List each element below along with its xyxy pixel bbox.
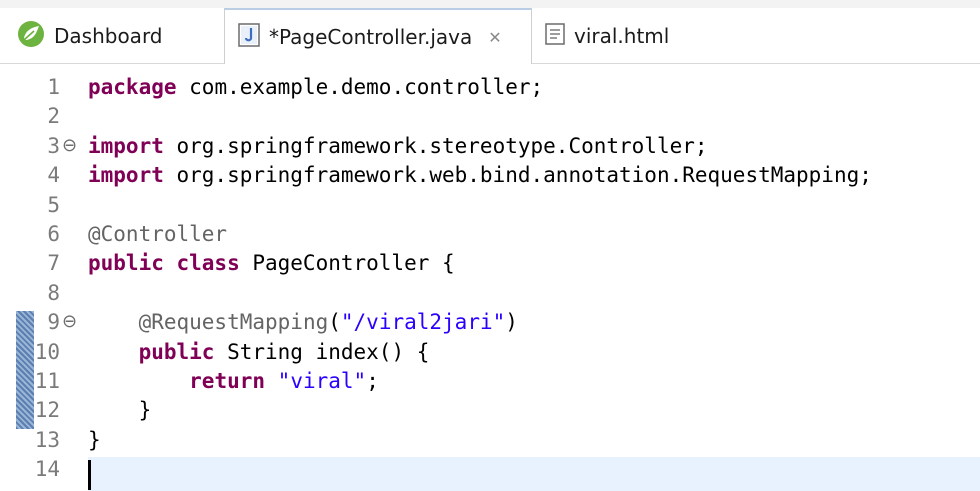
tab-viral-html[interactable]: viral.html xyxy=(540,8,740,64)
code-text: public class PageController { xyxy=(88,248,455,278)
line-number: 12 xyxy=(34,398,60,423)
code-token: ) xyxy=(505,310,518,335)
fold-toggle-icon[interactable]: ⊖ xyxy=(62,131,77,161)
code-text: return "viral"; xyxy=(88,366,379,396)
code-token: String index() { xyxy=(214,339,430,364)
line-number: 1 xyxy=(47,75,60,99)
code-line[interactable]: 13} xyxy=(0,425,980,455)
string-token: "viral" xyxy=(277,369,367,393)
code-line[interactable]: 1 package com.example.demo.controller; xyxy=(0,72,980,102)
line-number: 3 xyxy=(47,133,60,158)
html-file-icon xyxy=(544,22,566,51)
annotation-token: @RequestMapping xyxy=(138,310,329,335)
line-number: 14 xyxy=(34,457,60,482)
line-number: 5 xyxy=(47,192,60,217)
tab-bar-top-strip xyxy=(0,0,980,8)
code-token: ; xyxy=(366,369,379,393)
line-number: 8 xyxy=(47,280,60,305)
code-line[interactable]: 12 } xyxy=(0,395,980,425)
keyword-token: return xyxy=(189,369,266,393)
line-number: 9 xyxy=(47,310,60,335)
line-number: 7 xyxy=(47,251,60,276)
line-number: 10 xyxy=(34,339,60,364)
spring-icon xyxy=(16,19,46,54)
code-token: PageController { xyxy=(239,251,455,276)
code-line[interactable]: 5 xyxy=(0,190,980,220)
code-line[interactable]: 4 import org.springframework.web.bind.ann… xyxy=(0,160,980,190)
text-caret xyxy=(88,460,91,490)
line-number: 13 xyxy=(34,427,60,452)
code-token: } xyxy=(88,398,152,423)
line-number: 6 xyxy=(47,222,60,246)
code-text: public String index() { xyxy=(88,337,430,367)
code-text: @Controller xyxy=(88,219,227,249)
code-text: } xyxy=(88,395,152,425)
eclipse-editor-window: Dashboard *PageController.java ✕ viral.h… xyxy=(0,0,980,491)
code-editor[interactable]: 1 package com.example.demo.controller; 2 3 ⊖… xyxy=(0,64,980,491)
code-token: org.springframework.web.bind.annotation.… xyxy=(163,163,872,188)
code-token: } xyxy=(88,427,101,452)
annotation-token: @Controller xyxy=(88,222,228,246)
code-token: ( xyxy=(328,310,341,335)
java-file-icon xyxy=(237,22,261,53)
code-line[interactable]: 2 xyxy=(0,101,980,131)
string-token: "/viral2jari" xyxy=(340,310,506,335)
tab-page-controller-java[interactable]: *PageController.java ✕ xyxy=(224,8,532,64)
code-line[interactable]: 6 @Controller xyxy=(0,219,980,249)
code-token: org.springframework.stereotype.Controlle… xyxy=(163,133,708,158)
tab-dashboard[interactable]: Dashboard xyxy=(16,8,222,64)
line-number: 4 xyxy=(47,163,60,188)
keyword-token: import xyxy=(88,133,164,158)
keyword-token: import xyxy=(88,163,164,188)
tab-label: viral.html xyxy=(574,24,670,48)
code-token: com.example.demo.controller; xyxy=(176,75,544,99)
code-line[interactable]: 9 ⊖ @RequestMapping("/viral2jari") xyxy=(0,307,980,337)
code-line[interactable]: 10 public String index() { xyxy=(0,337,980,367)
editor-tab-bar: Dashboard *PageController.java ✕ viral.h… xyxy=(0,0,980,64)
code-line[interactable]: 8 xyxy=(0,278,980,308)
code-text: package com.example.demo.controller; xyxy=(88,72,543,102)
code-text: import org.springframework.web.bind.anno… xyxy=(88,160,872,190)
code-text: import org.springframework.stereotype.Co… xyxy=(88,131,708,161)
fold-toggle-icon[interactable]: ⊖ xyxy=(62,307,77,337)
keyword-token: package xyxy=(88,75,177,99)
code-line[interactable]: 11 return "viral"; xyxy=(0,366,980,396)
tab-label: Dashboard xyxy=(54,24,163,48)
line-number: 11 xyxy=(34,369,60,393)
code-line[interactable]: 7 public class PageController { xyxy=(0,248,980,278)
code-line[interactable]: 3 ⊖ import org.springframework.stereotype.… xyxy=(0,131,980,161)
code-text: @RequestMapping("/viral2jari") xyxy=(88,307,518,337)
keyword-token: public xyxy=(138,339,215,364)
tab-label: *PageController.java xyxy=(269,25,473,49)
close-icon[interactable]: ✕ xyxy=(488,28,501,47)
code-line[interactable]: 14 xyxy=(0,454,980,484)
keyword-token: public class xyxy=(88,251,240,276)
line-number: 2 xyxy=(47,104,60,129)
code-text: } xyxy=(88,425,101,455)
